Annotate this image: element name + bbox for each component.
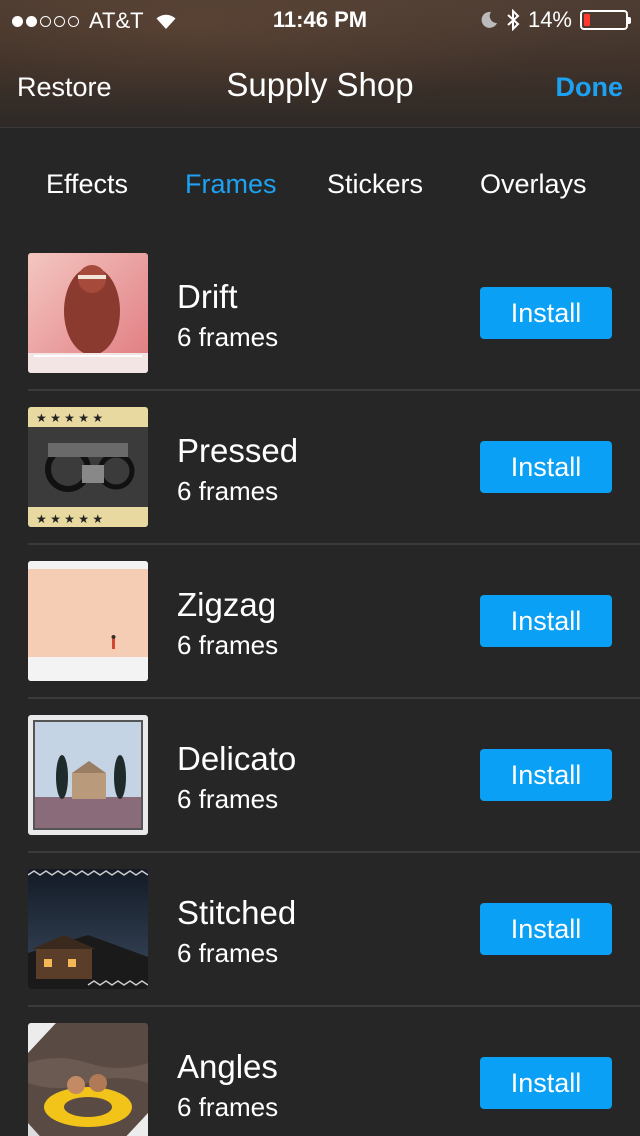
tab-overlays[interactable]: Overlays — [480, 169, 587, 200]
pack-title: Pressed — [177, 432, 299, 469]
list-item: Delicato 6 frames Install — [0, 697, 640, 852]
install-button[interactable]: Install — [480, 749, 612, 801]
install-button[interactable]: Install — [480, 1057, 612, 1109]
battery-percent: 14% — [527, 7, 572, 32]
pack-subtitle: 6 frames — [177, 322, 279, 352]
pack-subtitle: 6 frames — [177, 1092, 279, 1122]
pack-title: Drift — [177, 278, 238, 315]
pack-subtitle: 6 frames — [177, 784, 279, 814]
list-item: Zigzag 6 frames Install — [0, 543, 640, 698]
svg-text:★ ★ ★ ★ ★: ★ ★ ★ ★ ★ — [36, 512, 103, 526]
delicato-thumbnail — [28, 715, 148, 835]
frame-pack-list: Drift 6 frames Install ★ ★ ★ ★ ★ ★ ★ ★ ★… — [0, 236, 640, 1136]
tab-effects[interactable]: Effects — [46, 169, 128, 200]
pack-subtitle: 6 frames — [177, 476, 279, 506]
zigzag-thumbnail — [28, 561, 148, 681]
pack-title: Angles — [177, 1048, 278, 1085]
page-title: Supply Shop — [226, 66, 414, 103]
pack-title: Delicato — [177, 740, 297, 777]
pressed-thumbnail: ★ ★ ★ ★ ★ ★ ★ ★ ★ ★ — [28, 407, 148, 527]
pack-subtitle: 6 frames — [177, 630, 279, 660]
install-button[interactable]: Install — [480, 441, 612, 493]
category-tabs: Effects Frames Stickers Overlays — [0, 129, 640, 239]
list-item: Stitched 6 frames Install — [0, 851, 640, 1006]
done-button[interactable]: Done — [556, 72, 624, 103]
pack-subtitle: 6 frames — [177, 938, 279, 968]
tab-stickers[interactable]: Stickers — [327, 169, 423, 200]
pack-title: Zigzag — [177, 586, 277, 623]
list-item: ★ ★ ★ ★ ★ ★ ★ ★ ★ ★ Pressed 6 frames Ins… — [0, 389, 640, 544]
drift-thumbnail — [28, 253, 148, 373]
pack-title: Stitched — [177, 894, 297, 931]
battery-icon — [580, 10, 631, 30]
list-item: Drift 6 frames Install — [0, 236, 640, 390]
tab-frames[interactable]: Frames — [185, 169, 277, 200]
install-button[interactable]: Install — [480, 595, 612, 647]
install-button[interactable]: Install — [480, 903, 612, 955]
angles-thumbnail — [28, 1023, 148, 1136]
navigation-bar: Restore Supply Shop Done — [0, 40, 640, 128]
list-item: Angles 6 frames Install — [0, 1005, 640, 1136]
install-button[interactable]: Install — [480, 287, 612, 339]
status-bar: AT&T 11:46 PM 14% — [0, 0, 640, 40]
svg-text:★ ★ ★ ★ ★: ★ ★ ★ ★ ★ — [36, 411, 103, 425]
moon-icon — [481, 11, 497, 28]
stitched-thumbnail — [28, 869, 148, 989]
bluetooth-icon — [507, 9, 520, 31]
